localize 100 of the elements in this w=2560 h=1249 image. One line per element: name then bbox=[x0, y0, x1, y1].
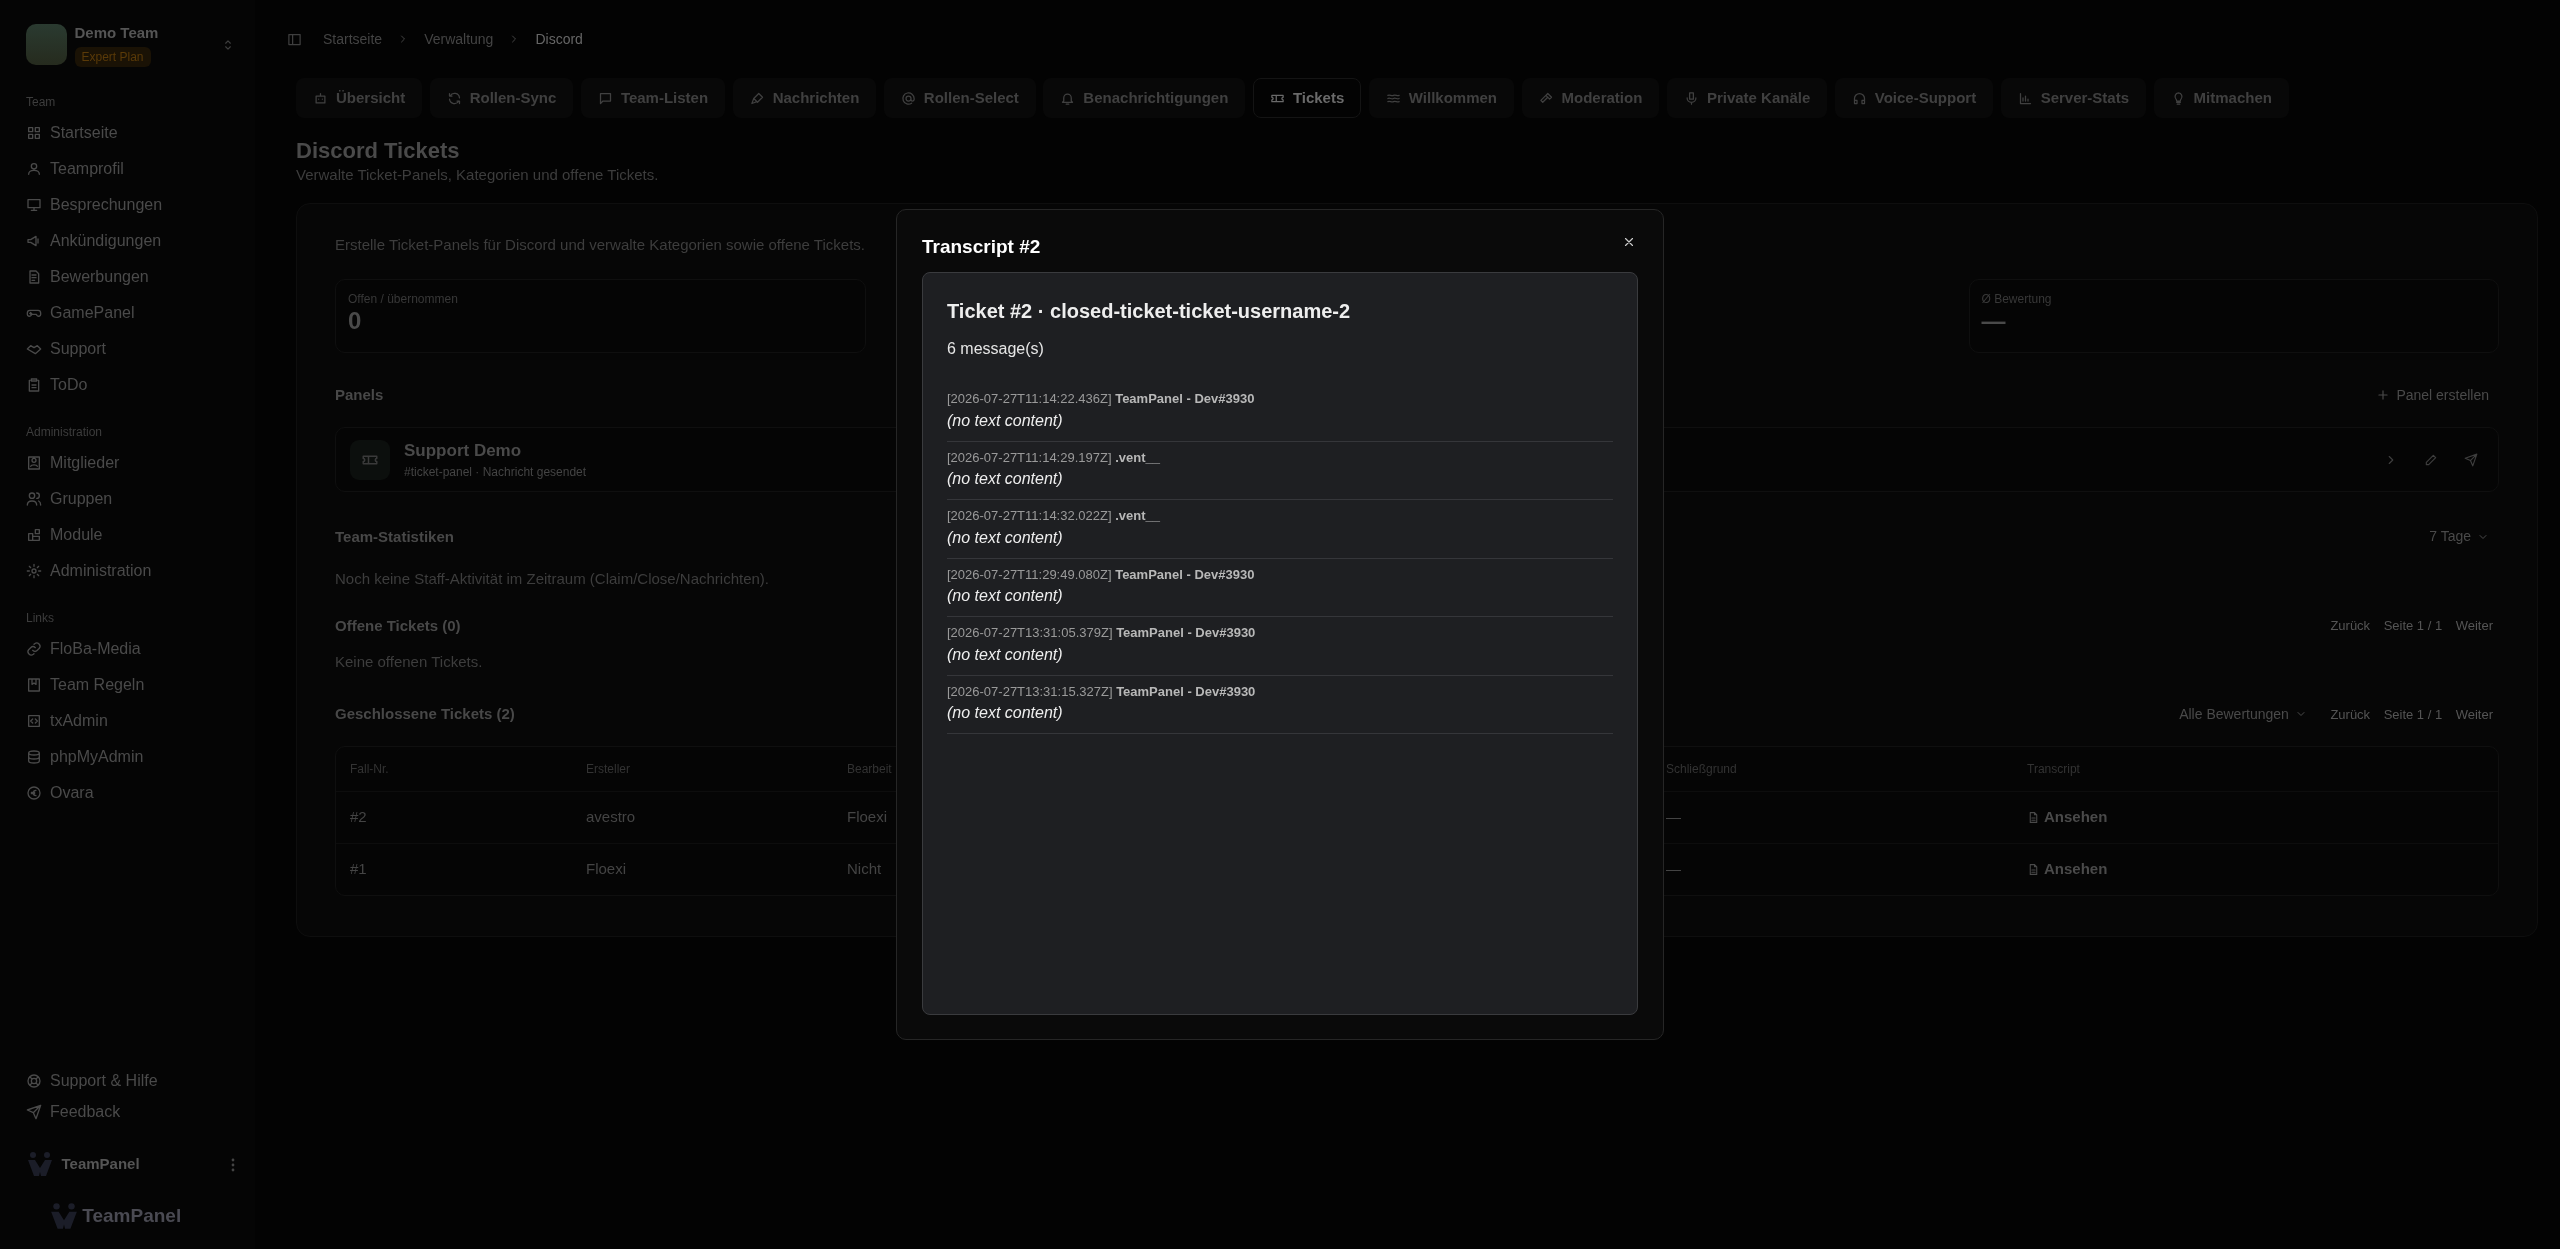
tab[interactable]: Rollen-Select bbox=[883, 78, 1036, 118]
sidebar-item[interactable]: Bewerbungen bbox=[26, 259, 241, 295]
sidebar-item[interactable]: Startseite bbox=[26, 115, 241, 151]
previous-button[interactable]: Zurück bbox=[2324, 703, 2377, 726]
sidebar-item[interactable]: Module bbox=[26, 517, 241, 553]
message-content: (no text content) bbox=[947, 586, 1064, 607]
sidebar-item[interactable]: FloBa-Media bbox=[26, 631, 241, 667]
sidebar-item[interactable]: Administration bbox=[26, 553, 241, 589]
tab[interactable]: Benachrichtigungen bbox=[1043, 78, 1246, 118]
transcript-heading: Ticket #2 · closed-ticket-ticket-username-2 bbox=[947, 299, 1352, 324]
tab[interactable]: Voice-Support bbox=[1834, 78, 1994, 118]
message-content: (no text content) bbox=[947, 469, 1064, 490]
megaphone-icon bbox=[26, 233, 42, 249]
code-icon bbox=[26, 713, 42, 729]
tab[interactable]: Nachrichten bbox=[732, 78, 877, 118]
table-cell-text: avestro bbox=[586, 807, 637, 828]
previous-button[interactable]: Zurück bbox=[2324, 614, 2377, 637]
message-content: (no text content) bbox=[947, 703, 1064, 724]
stat-value: — bbox=[1981, 307, 2007, 335]
blocks-icon bbox=[26, 527, 42, 543]
message-content: (no text content) bbox=[947, 527, 1064, 548]
send-icon bbox=[26, 1103, 42, 1120]
sidebar-toggle-icon bbox=[287, 32, 302, 48]
pencil-icon bbox=[2424, 453, 2438, 468]
table-cell-text: #2 bbox=[350, 807, 368, 828]
next-button[interactable]: Weiter bbox=[2449, 614, 2499, 637]
sidebar-item[interactable]: Ankündigungen bbox=[26, 223, 241, 259]
message-meta: [2026-07-27T11:29:49.080Z] TeamPanel - Dev#3930 bbox=[947, 565, 1256, 584]
create-panel-button[interactable]: Panel erstellen bbox=[2366, 378, 2499, 412]
brand-name: TeamPanel bbox=[82, 1203, 182, 1228]
tab[interactable]: Willkommen bbox=[1368, 78, 1515, 118]
database-icon bbox=[26, 749, 42, 765]
section-label: Administration bbox=[26, 424, 104, 441]
table-cell-text: — bbox=[1666, 807, 1682, 828]
section-title: Geschlossene Tickets (2) bbox=[335, 705, 515, 724]
user-icon bbox=[26, 161, 42, 177]
message-meta: [2026-07-27T11:14:29.197Z] .vent__ bbox=[947, 448, 1161, 467]
sidebar-item[interactable]: GamePanel bbox=[26, 295, 241, 331]
tab[interactable]: Moderation bbox=[1521, 78, 1660, 118]
panel-meta: #ticket-panel · Nachricht gesendet bbox=[404, 464, 587, 482]
at-icon bbox=[900, 90, 916, 106]
message-meta: [2026-07-27T13:31:15.327Z] TeamPanel - Dev#3930 bbox=[947, 682, 1257, 701]
headphones-icon bbox=[1851, 90, 1867, 106]
team-avatar-image bbox=[26, 24, 67, 65]
euro-icon bbox=[26, 785, 42, 801]
file-icon bbox=[2027, 810, 2040, 824]
tab[interactable]: Mitmachen bbox=[2153, 78, 2289, 118]
page-indicator: Seite 1 / 1 bbox=[2383, 616, 2443, 635]
sidebar-item[interactable]: Mitglieder bbox=[26, 445, 241, 481]
sidebar-item[interactable]: Besprechungen bbox=[26, 187, 241, 223]
page-indicator: Seite 1 / 1 bbox=[2383, 705, 2443, 724]
tab[interactable]: Übersicht bbox=[296, 78, 423, 118]
message-content: (no text content) bbox=[947, 644, 1064, 665]
stat-value: 0 bbox=[348, 307, 363, 335]
sidebar-item[interactable]: Team Regeln bbox=[26, 667, 241, 703]
section-label: Links bbox=[26, 610, 55, 627]
table-cell-text: Nicht bbox=[847, 859, 883, 880]
next-button[interactable]: Weiter bbox=[2449, 703, 2499, 726]
view-transcript-link[interactable]: Ansehen bbox=[2027, 858, 2108, 881]
table-cell-text: Floexi bbox=[586, 859, 627, 880]
breadcrumb-current: Discord bbox=[535, 29, 583, 49]
logo-icon bbox=[48, 1201, 79, 1231]
user-name: TeamPanel bbox=[61, 1153, 141, 1174]
plus-icon bbox=[2376, 388, 2391, 403]
grid-icon bbox=[26, 125, 42, 141]
rating-filter-select[interactable]: Alle Bewertungen bbox=[2169, 697, 2317, 731]
robot-icon bbox=[313, 90, 328, 106]
sidebar-item[interactable]: Support bbox=[26, 331, 241, 367]
section-title: Panels bbox=[335, 386, 384, 405]
send-icon bbox=[2464, 453, 2478, 468]
sidebar-item[interactable]: Teamprofil bbox=[26, 151, 241, 187]
section-title: Team-Statistiken bbox=[335, 527, 454, 546]
tab[interactable]: Private Kanäle bbox=[1666, 78, 1828, 118]
lifebuoy-icon bbox=[26, 1072, 42, 1089]
tab[interactable]: Tickets bbox=[1252, 78, 1362, 118]
users-icon bbox=[26, 491, 42, 507]
breadcrumb-link[interactable]: Verwaltung bbox=[424, 28, 494, 50]
monitor-icon bbox=[26, 197, 42, 213]
table-cell-text: #1 bbox=[350, 859, 368, 880]
range-select[interactable]: 7 Tage bbox=[2419, 520, 2499, 554]
sidebar-item[interactable]: Feedback bbox=[26, 1096, 241, 1127]
team-name: Demo Team bbox=[74, 23, 160, 43]
view-transcript-link[interactable]: Ansehen bbox=[2027, 806, 2108, 829]
bell-icon bbox=[1060, 90, 1076, 106]
tab[interactable]: Team-Listen bbox=[580, 78, 726, 118]
sidebar-item[interactable]: Support & Hilfe bbox=[26, 1065, 241, 1096]
breadcrumb-link[interactable]: Startseite bbox=[323, 28, 383, 50]
clipboard-icon bbox=[26, 377, 42, 393]
sidebar-item[interactable]: Ovara bbox=[26, 775, 241, 811]
gear-icon bbox=[26, 563, 42, 579]
tab[interactable]: Rollen-Sync bbox=[429, 78, 574, 118]
file-icon bbox=[2027, 862, 2040, 876]
sidebar-item[interactable]: ToDo bbox=[26, 367, 241, 403]
message-meta: [2026-07-27T13:31:05.379Z] TeamPanel - Dev#3930 bbox=[947, 624, 1257, 643]
plan-badge: Expert Plan bbox=[74, 46, 151, 67]
logo-icon bbox=[26, 1150, 54, 1178]
sidebar-item[interactable]: phpMyAdmin bbox=[26, 739, 241, 775]
sidebar-item[interactable]: txAdmin bbox=[26, 703, 241, 739]
sidebar-item[interactable]: Gruppen bbox=[26, 481, 241, 517]
tab[interactable]: Server-Stats bbox=[2000, 78, 2147, 118]
